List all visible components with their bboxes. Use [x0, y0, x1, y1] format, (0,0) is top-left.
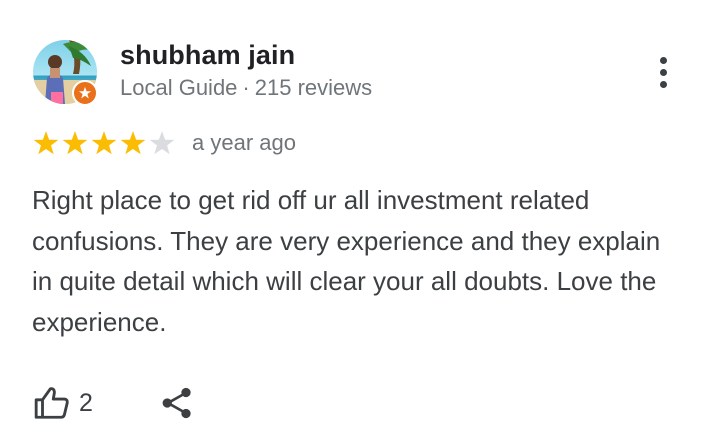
local-guide-badge	[72, 80, 98, 106]
thumbs-up-icon	[34, 387, 69, 419]
star-rating	[32, 129, 176, 157]
share-icon	[162, 387, 191, 419]
reviews-count: 215 reviews	[254, 75, 373, 100]
like-button[interactable]: 2	[33, 384, 93, 422]
author-name[interactable]: shubham jain	[120, 40, 295, 71]
more-dot	[659, 68, 667, 76]
share-button[interactable]	[159, 384, 195, 422]
local-guide-star-icon	[78, 86, 92, 99]
rating-row: a year ago	[32, 128, 296, 158]
star-icon-filled	[91, 131, 117, 155]
more-vertical-icon	[659, 56, 667, 64]
more-options-button[interactable]	[648, 52, 678, 92]
meta-separator: ·	[242, 75, 250, 100]
star-icon-filled	[62, 131, 88, 155]
review-text: Right place to get rid off ur all invest…	[32, 185, 661, 337]
local-guide-label: Local Guide	[120, 75, 238, 100]
star-icon-filled	[33, 131, 59, 155]
review-date: a year ago	[192, 130, 296, 155]
author-meta[interactable]: Local Guide · 215 reviews	[120, 75, 372, 101]
star-icon-empty	[149, 131, 175, 155]
review-actions: 2	[33, 384, 195, 422]
like-count: 2	[79, 388, 93, 417]
star-icon-filled	[120, 131, 146, 155]
more-dot	[659, 80, 667, 88]
review-card: shubham jain Local Guide · 215 reviews a…	[0, 0, 706, 442]
